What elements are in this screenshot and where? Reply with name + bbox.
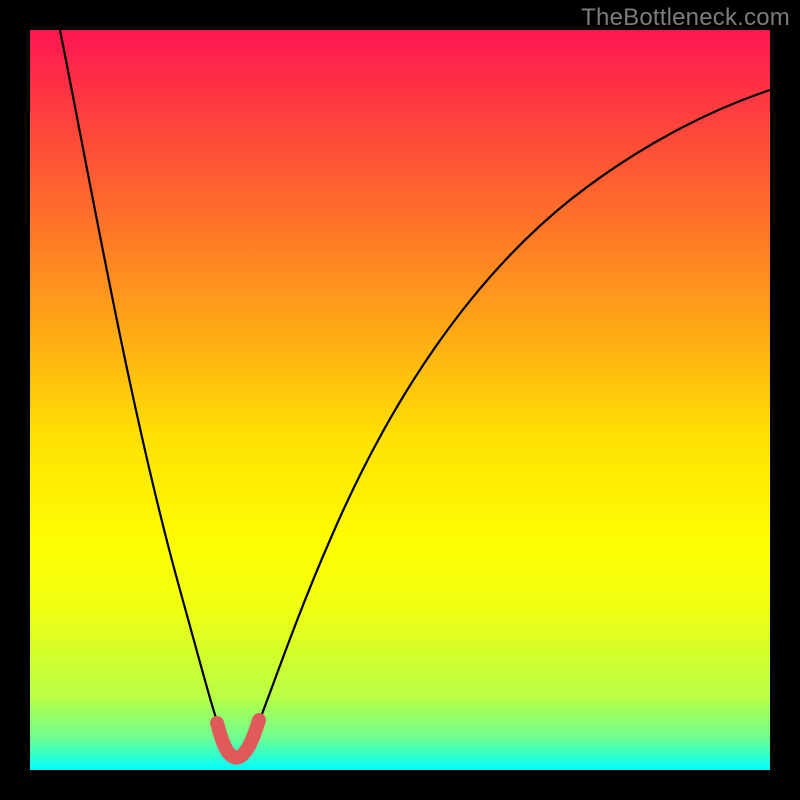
curve-layer (30, 30, 770, 770)
chart-frame: TheBottleneck.com (0, 0, 800, 800)
plot-area (30, 30, 770, 770)
watermark-text: TheBottleneck.com (581, 4, 790, 32)
optimal-zone-highlight (217, 720, 259, 758)
bottleneck-curve (60, 30, 770, 756)
